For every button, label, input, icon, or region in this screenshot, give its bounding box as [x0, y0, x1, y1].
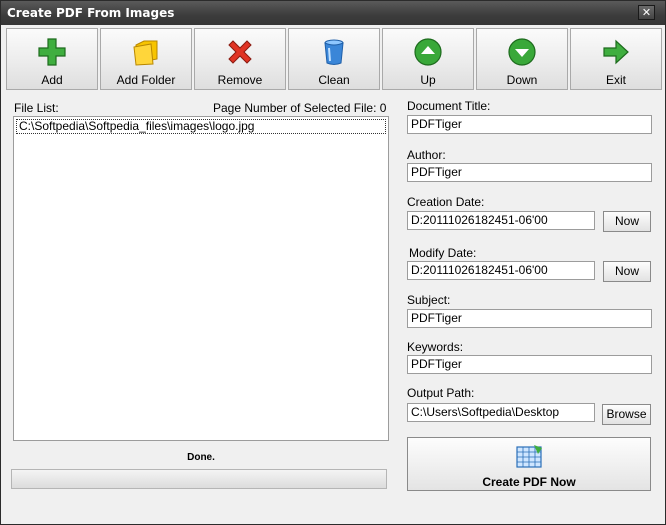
page-number-label: Page Number of Selected File: 0 — [213, 101, 387, 115]
down-button-label: Down — [506, 73, 538, 87]
toolbar: Add Add Folder Remove Clean Up Down Exit — [6, 28, 664, 92]
remove-button-label: Remove — [217, 73, 263, 87]
subject-field[interactable]: PDFTiger — [407, 309, 652, 328]
up-button[interactable]: Up — [382, 28, 474, 90]
folder-icon — [133, 40, 158, 66]
plus-icon — [38, 38, 66, 66]
add-folder-button[interactable]: Add Folder — [100, 28, 192, 90]
output-path-label: Output Path: — [407, 386, 475, 400]
arrow-up-icon — [414, 38, 442, 66]
add-button-label: Add — [41, 73, 63, 87]
document-title-label: Document Title: — [407, 99, 491, 113]
author-label: Author: — [407, 148, 446, 162]
creation-date-label: Creation Date: — [407, 195, 485, 209]
arrow-right-icon — [603, 39, 629, 65]
clean-button-label: Clean — [318, 73, 350, 87]
list-item[interactable]: C:\Softpedia\Softpedia_files\images\logo… — [16, 119, 386, 134]
title-bar: Create PDF From Images ✕ — [1, 1, 665, 25]
modify-date-label: Modify Date: — [409, 246, 477, 260]
grid-document-icon — [516, 445, 542, 468]
author-field[interactable]: PDFTiger — [407, 163, 652, 182]
clean-button[interactable]: Clean — [288, 28, 380, 90]
file-list[interactable]: C:\Softpedia\Softpedia_files\images\logo… — [13, 116, 389, 441]
document-title-field[interactable]: PDFTiger — [407, 115, 652, 134]
down-button[interactable]: Down — [476, 28, 568, 90]
remove-x-icon — [228, 40, 252, 64]
remove-button[interactable]: Remove — [194, 28, 286, 90]
create-pdf-button-label: Create PDF Now — [482, 475, 576, 489]
modify-date-field[interactable]: D:20111026182451-06'00 — [407, 261, 595, 280]
creation-date-field[interactable]: D:20111026182451-06'00 — [407, 211, 595, 230]
output-path-field[interactable]: C:\Users\Softpedia\Desktop — [407, 403, 595, 422]
keywords-field[interactable]: PDFTiger — [407, 355, 652, 374]
create-pdf-button[interactable]: Create PDF Now — [407, 437, 651, 491]
file-list-label: File List: — [14, 101, 59, 115]
close-button[interactable]: ✕ — [638, 5, 655, 20]
bin-icon — [324, 39, 344, 65]
exit-button[interactable]: Exit — [570, 28, 662, 90]
subject-label: Subject: — [407, 293, 451, 307]
keywords-label: Keywords: — [407, 340, 464, 354]
status-text: Done. — [187, 452, 215, 463]
add-button[interactable]: Add — [6, 28, 98, 90]
app-window: Create PDF From Images ✕ Add Add Folder … — [0, 0, 666, 525]
add-folder-button-label: Add Folder — [116, 73, 176, 87]
modify-now-button[interactable]: Now — [603, 261, 651, 282]
progress-bar — [11, 469, 387, 489]
arrow-down-icon — [508, 38, 536, 66]
window-title: Create PDF From Images — [7, 6, 175, 20]
browse-button[interactable]: Browse — [602, 404, 651, 425]
up-button-label: Up — [420, 73, 436, 87]
creation-now-button[interactable]: Now — [603, 211, 651, 232]
exit-button-label: Exit — [605, 73, 626, 87]
